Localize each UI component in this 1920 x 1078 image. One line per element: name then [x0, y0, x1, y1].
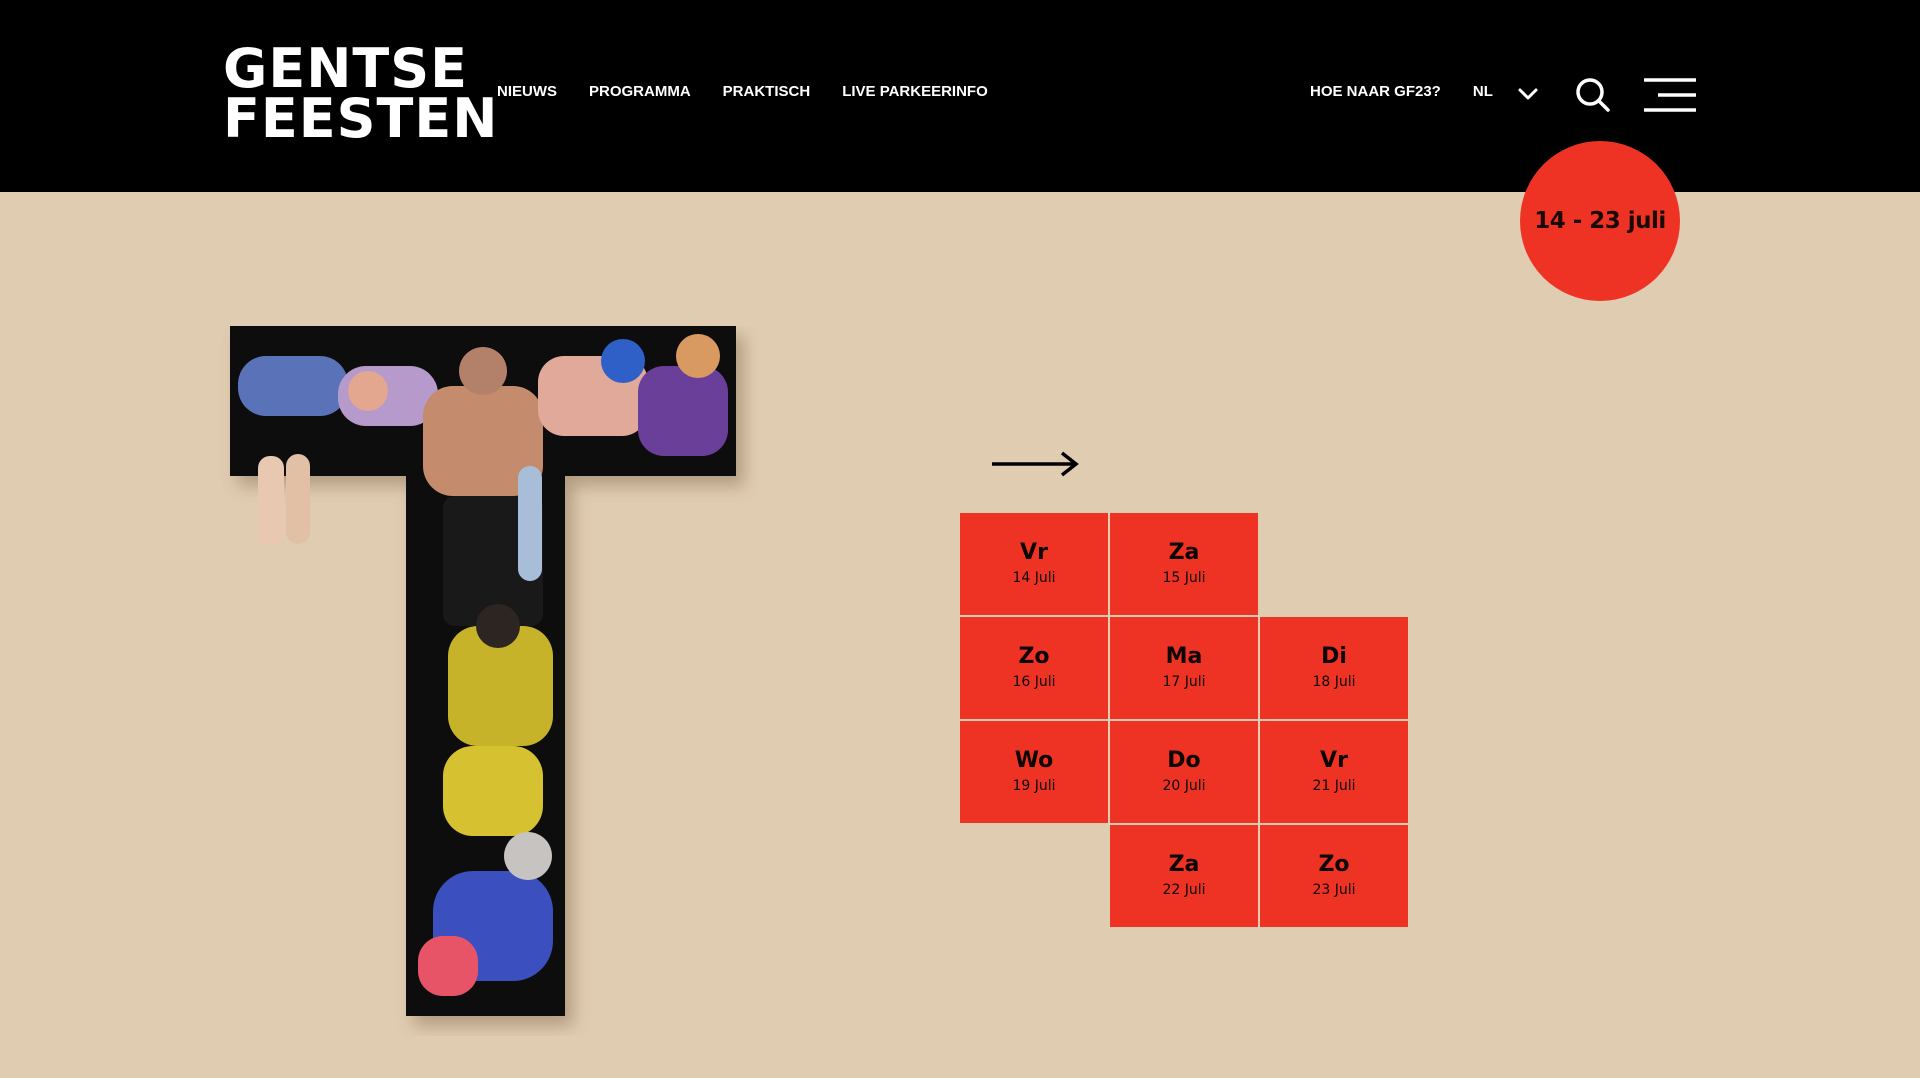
day-tile-vr-21[interactable]: Vr 21 Juli [1260, 721, 1408, 823]
day-name: Za [1168, 852, 1200, 877]
day-name: Za [1168, 540, 1200, 565]
day-date: 22 Juli [1162, 882, 1206, 898]
day-date: 16 Juli [1012, 674, 1056, 690]
day-tile-di-18[interactable]: Di 18 Juli [1260, 617, 1408, 719]
day-name: Wo [1014, 748, 1054, 773]
day-tile-zo-23[interactable]: Zo 23 Juli [1260, 825, 1408, 927]
day-tile-wo-19[interactable]: Wo 19 Juli [960, 721, 1108, 823]
day-date: 20 Juli [1162, 778, 1206, 794]
day-tile-za-15[interactable]: Za 15 Juli [1110, 513, 1258, 615]
nav-item-live-parkeerinfo[interactable]: LIVE PARKEERINFO [842, 83, 988, 100]
day-date: 14 Juli [1012, 570, 1056, 586]
day-date: 15 Juli [1162, 570, 1206, 586]
day-date: 19 Juli [1012, 778, 1056, 794]
day-name: Do [1167, 748, 1201, 773]
day-date: 23 Juli [1312, 882, 1356, 898]
hamburger-menu-icon[interactable] [1640, 76, 1698, 114]
day-name: Vr [1320, 748, 1348, 773]
day-date: 21 Juli [1312, 778, 1356, 794]
day-tile-zo-16[interactable]: Zo 16 Juli [960, 617, 1108, 719]
festival-dates-badge: 14 - 23 juli [1520, 141, 1680, 301]
day-name: Di [1321, 644, 1347, 669]
festival-days-grid: Vr 14 Juli Za 15 Juli Zo 16 Juli Ma 17 J… [960, 513, 1410, 929]
nav-item-programma[interactable]: PROGRAMMA [589, 83, 691, 100]
route-link[interactable]: HOE NAAR GF23? [1310, 83, 1441, 100]
day-name: Vr [1020, 540, 1048, 565]
search-icon[interactable] [1574, 76, 1612, 114]
day-date: 17 Juli [1162, 674, 1206, 690]
day-name: Zo [1318, 852, 1350, 877]
day-name: Ma [1165, 644, 1203, 669]
day-tile-do-20[interactable]: Do 20 Juli [1110, 721, 1258, 823]
logo-line-2: FEESTEN [223, 87, 499, 150]
day-tile-vr-14[interactable]: Vr 14 Juli [960, 513, 1108, 615]
day-date: 18 Juli [1312, 674, 1356, 690]
day-tile-za-22[interactable]: Za 22 Juli [1110, 825, 1258, 927]
main-nav: NIEUWS PROGRAMMA PRAKTISCH LIVE PARKEERI… [497, 83, 988, 100]
chevron-down-icon[interactable] [1516, 84, 1540, 104]
language-selector[interactable]: NL [1473, 83, 1493, 100]
utility-nav: HOE NAAR GF23? NL [1310, 83, 1493, 100]
gentse-feesten-logo[interactable]: GENTSE FEESTEN [223, 42, 499, 150]
hero-t-photo [230, 326, 736, 1016]
day-name: Zo [1018, 644, 1050, 669]
nav-item-praktisch[interactable]: PRAKTISCH [723, 83, 811, 100]
nav-item-nieuws[interactable]: NIEUWS [497, 83, 557, 100]
arrow-right-icon [992, 451, 1079, 477]
day-tile-ma-17[interactable]: Ma 17 Juli [1110, 617, 1258, 719]
